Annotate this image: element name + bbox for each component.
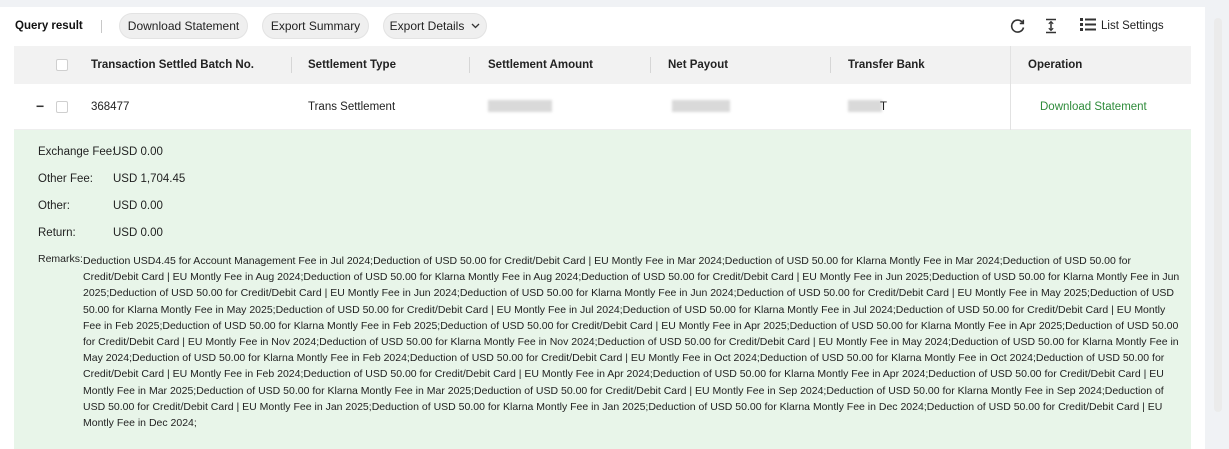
transfer-bank-masked <box>848 100 882 112</box>
toolbar: Query result Download Statement Export S… <box>0 7 1205 45</box>
collapse-minus-icon[interactable]: − <box>36 84 44 130</box>
chevron-down-icon <box>471 21 480 32</box>
column-header-batch-no[interactable]: Transaction Settled Batch No. <box>91 46 254 84</box>
page-title: Query result <box>15 20 83 32</box>
return-value: USD 0.00 <box>113 227 163 239</box>
export-summary-label: Export Summary <box>270 19 361 33</box>
settlement-amount-masked <box>488 100 552 112</box>
column-header-settlement-type[interactable]: Settlement Type <box>308 46 396 84</box>
column-header-settlement-amount[interactable]: Settlement Amount <box>488 46 593 84</box>
column-divider[interactable] <box>650 57 651 73</box>
list-settings-button[interactable]: List Settings <box>1080 17 1164 35</box>
net-payout-masked <box>672 100 730 112</box>
remarks-text: Deduction USD4.45 for Account Management… <box>83 255 1180 430</box>
export-details-label: Export Details <box>389 19 465 33</box>
column-divider[interactable] <box>830 57 831 73</box>
row-checkbox[interactable] <box>56 101 68 113</box>
exchange-fee-value: USD 0.00 <box>113 146 163 158</box>
download-statement-button[interactable]: Download Statement <box>119 13 248 39</box>
export-details-dropdown[interactable]: Export Details <box>383 13 487 39</box>
batch-no-cell: 368477 <box>91 101 130 113</box>
return-label: Return: <box>38 227 76 239</box>
row-height-icon[interactable] <box>1042 17 1060 35</box>
list-settings-label: List Settings <box>1101 20 1164 32</box>
operation-column-divider <box>1010 46 1011 130</box>
select-all-checkbox[interactable] <box>56 59 68 71</box>
table-header: Transaction Settled Batch No. Settlement… <box>14 46 1191 84</box>
page-scrollbar[interactable] <box>1214 18 1222 412</box>
settlement-type-cell: Trans Settlement <box>308 101 396 113</box>
refresh-icon[interactable] <box>1008 17 1026 35</box>
column-divider[interactable] <box>469 57 470 73</box>
transfer-bank-cell: T <box>880 101 888 113</box>
column-header-transfer-bank[interactable]: Transfer Bank <box>848 46 925 84</box>
remarks-label: Remarks: <box>38 253 83 265</box>
column-header-net-payout[interactable]: Net Payout <box>668 46 728 84</box>
other-fee-value: USD 1,704.45 <box>113 173 186 185</box>
list-settings-icon <box>1080 17 1096 35</box>
title-divider <box>101 20 102 33</box>
download-statement-label: Download Statement <box>127 19 240 33</box>
exchange-fee-label: Exchange Fee: <box>38 146 116 158</box>
column-divider[interactable] <box>291 57 292 73</box>
download-statement-link[interactable]: Download Statement <box>1040 84 1147 130</box>
export-summary-button[interactable]: Export Summary <box>262 13 369 39</box>
row-detail-panel: Exchange Fee: USD 0.00 Other Fee: USD 1,… <box>14 130 1191 449</box>
column-header-operation: Operation <box>1028 59 1083 71</box>
other-label: Other: <box>38 200 70 212</box>
other-value: USD 0.00 <box>113 200 163 212</box>
other-fee-label: Other Fee: <box>38 173 93 185</box>
table-row[interactable]: − 368477 Trans Settlement T Download Sta… <box>14 84 1191 130</box>
